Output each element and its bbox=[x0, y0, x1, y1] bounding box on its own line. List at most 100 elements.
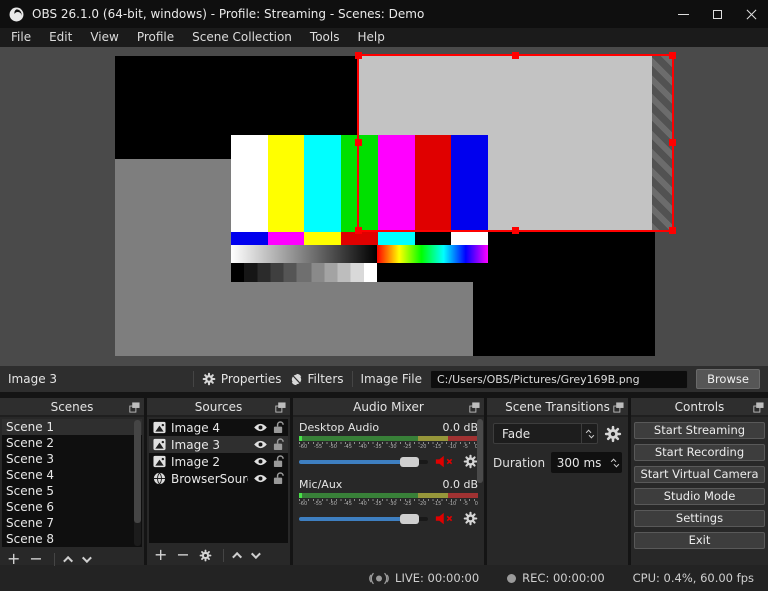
channel-db-value: 0.0 dB bbox=[442, 421, 478, 434]
maximize-icon bbox=[712, 9, 722, 19]
transition-select[interactable]: Fade bbox=[493, 423, 598, 444]
color-bars-step-row bbox=[231, 263, 488, 282]
scene-list-item[interactable]: Scene 7 bbox=[2, 515, 142, 531]
lock-open-icon[interactable] bbox=[273, 472, 284, 485]
source-list-item[interactable]: Image 2 bbox=[149, 453, 288, 470]
minimize-button[interactable] bbox=[666, 0, 700, 28]
image-file-input[interactable]: C:/Users/OBS/Pictures/Grey169B.png bbox=[430, 369, 688, 389]
add-source-button[interactable]: + bbox=[154, 547, 167, 563]
scene-list-item[interactable]: Scene 5 bbox=[2, 483, 142, 499]
duration-stepper[interactable] bbox=[607, 458, 622, 468]
scenes-header[interactable]: Scenes bbox=[0, 398, 144, 417]
transition-select-stepper[interactable] bbox=[581, 424, 597, 443]
channel-name: Desktop Audio bbox=[299, 421, 380, 434]
popout-icon[interactable] bbox=[613, 402, 624, 413]
lock-open-icon[interactable] bbox=[273, 455, 284, 468]
studio-mode-button[interactable]: Studio Mode bbox=[634, 488, 765, 505]
mute-speaker-icon[interactable] bbox=[435, 512, 456, 525]
selection-handle-middle-left[interactable] bbox=[355, 139, 362, 146]
volume-slider[interactable] bbox=[299, 456, 428, 467]
selection-handle-bottom-right[interactable] bbox=[669, 227, 676, 234]
scene-list-item[interactable]: Scene 2 bbox=[2, 435, 142, 451]
scene-list-item[interactable]: Scene 4 bbox=[2, 467, 142, 483]
scenes-footer-toolbar: + − bbox=[0, 549, 144, 569]
volume-slider-knob[interactable] bbox=[399, 513, 419, 524]
scene-item-black-bottom[interactable] bbox=[473, 231, 655, 356]
menu-scene-collection[interactable]: Scene Collection bbox=[183, 28, 301, 47]
menu-file[interactable]: File bbox=[2, 28, 40, 47]
maximize-button[interactable] bbox=[700, 0, 734, 28]
source-list-item[interactable]: BrowserSource bbox=[149, 470, 288, 487]
move-scene-up-button[interactable] bbox=[62, 555, 73, 566]
selection-handle-top-right[interactable] bbox=[669, 52, 676, 59]
source-properties-gear-icon[interactable] bbox=[199, 549, 212, 562]
popout-icon[interactable] bbox=[469, 402, 480, 413]
start-streaming-button[interactable]: Start Streaming bbox=[634, 422, 765, 439]
source-list-item[interactable]: Image 4 bbox=[149, 419, 288, 436]
popout-icon[interactable] bbox=[275, 402, 286, 413]
popout-icon[interactable] bbox=[129, 402, 140, 413]
scene-transitions-header[interactable]: Scene Transitions bbox=[487, 398, 628, 417]
transition-gear-icon[interactable] bbox=[604, 425, 622, 443]
selection-handle-top-middle[interactable] bbox=[511, 52, 519, 59]
browse-button[interactable]: Browse bbox=[696, 369, 760, 389]
scenes-scrollbar[interactable] bbox=[134, 420, 141, 546]
mixer-scrollbar[interactable] bbox=[477, 419, 483, 483]
visibility-eye-icon[interactable] bbox=[253, 474, 268, 483]
selection-handle-top-left[interactable] bbox=[355, 52, 362, 59]
source-list: Image 4 Image 3 Image 2 BrowserSour bbox=[149, 419, 288, 543]
duration-spinbox[interactable]: 300 ms bbox=[551, 452, 622, 473]
add-scene-button[interactable]: + bbox=[7, 551, 20, 567]
channel-gear-icon[interactable] bbox=[463, 511, 478, 526]
menu-edit[interactable]: Edit bbox=[40, 28, 81, 47]
start-virtual-camera-button[interactable]: Start Virtual Camera bbox=[634, 466, 765, 483]
selection-handle-bottom-middle[interactable] bbox=[511, 227, 519, 234]
selection-handle-bottom-left[interactable] bbox=[355, 227, 362, 234]
scene-list-item[interactable]: Scene 6 bbox=[2, 499, 142, 515]
visibility-eye-icon[interactable] bbox=[253, 440, 268, 449]
meter-scale-labels: -60-55-50-45-40-35-30-25-20-15-10-50 bbox=[299, 501, 478, 507]
remove-source-button[interactable]: − bbox=[176, 547, 189, 563]
popout-icon[interactable] bbox=[753, 402, 764, 413]
move-source-down-button[interactable] bbox=[250, 548, 261, 559]
close-icon bbox=[746, 9, 757, 20]
sources-header[interactable]: Sources bbox=[147, 398, 290, 417]
audio-mixer-header[interactable]: Audio Mixer bbox=[293, 398, 484, 417]
menu-tools[interactable]: Tools bbox=[301, 28, 349, 47]
settings-button[interactable]: Settings bbox=[634, 510, 765, 527]
preview-canvas[interactable] bbox=[0, 47, 768, 366]
lock-open-icon[interactable] bbox=[273, 438, 284, 451]
volume-slider[interactable] bbox=[299, 513, 428, 524]
selection-border[interactable] bbox=[355, 52, 676, 234]
mute-speaker-icon[interactable] bbox=[435, 455, 456, 468]
scene-list-item[interactable]: Scene 3 bbox=[2, 451, 142, 467]
visibility-eye-icon[interactable] bbox=[253, 423, 268, 432]
obs-logo-icon bbox=[9, 7, 24, 22]
scene-list-item[interactable]: Scene 8 bbox=[2, 531, 142, 547]
image-source-icon bbox=[153, 455, 166, 468]
audio-mixer-dock: Audio Mixer Desktop Audio 0.0 dB -60 -55-… bbox=[293, 398, 484, 565]
move-scene-down-button[interactable] bbox=[81, 552, 92, 563]
lock-open-icon[interactable] bbox=[273, 421, 284, 434]
scenes-title: Scenes bbox=[50, 400, 94, 414]
exit-button[interactable]: Exit bbox=[634, 532, 765, 549]
close-button[interactable] bbox=[734, 0, 768, 28]
source-list-item[interactable]: Image 3 bbox=[149, 436, 288, 453]
selection-handle-middle-right[interactable] bbox=[669, 139, 676, 146]
remove-scene-button[interactable]: − bbox=[29, 551, 42, 567]
menu-profile[interactable]: Profile bbox=[128, 28, 183, 47]
start-recording-button[interactable]: Start Recording bbox=[634, 444, 765, 461]
globe-source-icon bbox=[153, 472, 166, 485]
menu-help[interactable]: Help bbox=[348, 28, 393, 47]
channel-gear-icon[interactable] bbox=[463, 454, 478, 469]
filters-button[interactable]: Filters bbox=[290, 372, 344, 386]
scene-list-item[interactable]: Scene 1 bbox=[2, 419, 142, 435]
toolbar-separator bbox=[192, 371, 194, 387]
visibility-eye-icon[interactable] bbox=[253, 457, 268, 466]
controls-header[interactable]: Controls bbox=[631, 398, 768, 417]
move-source-up-button[interactable] bbox=[231, 551, 242, 562]
menu-view[interactable]: View bbox=[81, 28, 127, 47]
rec-time: REC: 00:00:00 bbox=[522, 571, 605, 585]
volume-slider-knob[interactable] bbox=[399, 456, 419, 467]
properties-button[interactable]: Properties bbox=[202, 372, 282, 386]
